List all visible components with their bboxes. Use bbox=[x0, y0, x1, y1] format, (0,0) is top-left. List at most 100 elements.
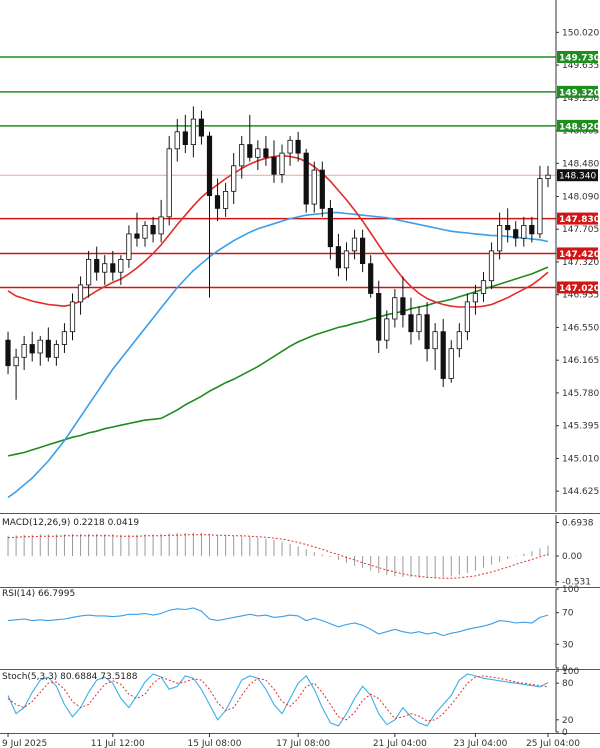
x-tick-label: 23 Jul 04:00 bbox=[453, 739, 507, 748]
rsi-panel bbox=[7, 607, 549, 637]
candle-bull bbox=[37, 339, 43, 354]
candle-bear bbox=[5, 339, 11, 367]
level-badge-label: 149.730 bbox=[559, 53, 600, 63]
x-tick-label: 9 Jul 2025 bbox=[2, 739, 47, 748]
x-axis: 9 Jul 2025 11 Jul 12:00 15 Jul 08:00 17 Jul… bbox=[2, 733, 580, 748]
candle-bull bbox=[545, 174, 551, 179]
stoch-tick-label: 100 bbox=[562, 667, 579, 677]
candle-bear bbox=[295, 139, 301, 154]
candle-bear bbox=[529, 224, 535, 235]
candle-bull bbox=[61, 331, 68, 345]
candle-bull bbox=[472, 292, 479, 303]
level-badge-label: 147.830 bbox=[559, 215, 600, 225]
x-tick-label: 25 Jul 04:00 bbox=[526, 739, 580, 748]
x-tick-label: 15 Jul 08:00 bbox=[188, 739, 242, 748]
x-tick-label: 11 Jul 12:00 bbox=[91, 739, 145, 748]
current-price-label: 148.340 bbox=[559, 172, 596, 182]
macd-panel bbox=[7, 532, 549, 579]
candle-bear bbox=[376, 292, 382, 341]
price-tick-label: 145.395 bbox=[562, 422, 599, 432]
candle-bull bbox=[392, 297, 398, 320]
stoch-tick-label: 20 bbox=[562, 716, 574, 726]
stoch-label: Stoch(5,3,3) 80.6884 73.5188 bbox=[2, 672, 138, 682]
candle-bull bbox=[255, 148, 261, 158]
macd-label: MACD(12,26,9) 0.2218 0.0419 bbox=[2, 518, 139, 528]
candle-bull bbox=[384, 318, 390, 341]
candle-bull bbox=[432, 331, 438, 350]
price-tick-label: 147.705 bbox=[562, 225, 599, 235]
candle-bear bbox=[263, 148, 269, 158]
candle-bull bbox=[102, 263, 108, 273]
candle-bear bbox=[110, 263, 116, 273]
candle-bear bbox=[247, 144, 253, 158]
price-tick-label: 145.010 bbox=[562, 454, 599, 464]
price-tick-label: 148.480 bbox=[562, 159, 599, 169]
candle-bull bbox=[86, 258, 92, 286]
stoch-tick-label: 0 bbox=[562, 728, 568, 738]
candle-bull bbox=[77, 284, 84, 303]
price-tick-label: 146.550 bbox=[562, 323, 599, 333]
candle-bull bbox=[416, 314, 422, 333]
candle-bear bbox=[440, 331, 446, 379]
price-tick-label: 144.625 bbox=[562, 487, 599, 497]
rsi-line bbox=[7, 607, 549, 637]
price-tick-label: 148.090 bbox=[562, 192, 599, 202]
macd-tick-label: 0.6938 bbox=[562, 519, 594, 529]
candle-bull bbox=[118, 258, 124, 273]
candle-bear bbox=[408, 314, 414, 333]
candle-bear bbox=[505, 224, 511, 231]
candle-bear bbox=[182, 131, 188, 146]
candle-bull bbox=[496, 224, 503, 252]
candle-bull bbox=[13, 356, 19, 367]
stoch-d-line bbox=[7, 675, 549, 722]
price-tick-label: 145.780 bbox=[562, 389, 599, 399]
candle-bear bbox=[271, 156, 277, 175]
candle-bull bbox=[448, 348, 454, 379]
candle-bear bbox=[214, 195, 221, 209]
price-panel bbox=[0, 56, 556, 499]
candle-bear bbox=[335, 246, 342, 269]
candle-bull bbox=[279, 152, 285, 175]
candle-bull bbox=[69, 301, 76, 333]
candle-bull bbox=[174, 131, 180, 150]
macd-tick-label: 0.00 bbox=[562, 552, 582, 562]
price-tick-label: 150.020 bbox=[562, 28, 599, 38]
rsi-tick-label: 100 bbox=[562, 585, 579, 595]
candle-bear bbox=[303, 152, 309, 205]
candle-bear bbox=[134, 233, 140, 239]
level-badge-label: 149.320 bbox=[559, 88, 600, 98]
candle-bull bbox=[190, 118, 196, 145]
trading-chart: 150.020149.635149.250148.865148.480148.0… bbox=[0, 0, 600, 748]
level-badge-label: 147.420 bbox=[559, 250, 600, 260]
candle-bear bbox=[319, 169, 325, 209]
candle-bull bbox=[521, 224, 527, 239]
candle-bull bbox=[537, 178, 543, 235]
candle-bull bbox=[53, 344, 60, 358]
rsi-tick-label: 30 bbox=[562, 640, 574, 650]
candle-bull bbox=[480, 280, 487, 294]
candle-bull bbox=[231, 165, 237, 192]
candle-bull bbox=[343, 250, 350, 269]
candle-bull bbox=[456, 331, 462, 350]
rsi-tick-label: 70 bbox=[562, 609, 574, 619]
candle-bull bbox=[351, 237, 358, 252]
price-tick-label: 146.165 bbox=[562, 356, 599, 366]
level-badge-label: 148.920 bbox=[559, 122, 600, 132]
candle-bull bbox=[287, 139, 293, 154]
candle-bear bbox=[327, 207, 334, 248]
candle-bear bbox=[368, 263, 374, 294]
x-tick-label: 17 Jul 08:00 bbox=[276, 739, 330, 748]
candle-bear bbox=[206, 135, 213, 197]
candle-bull bbox=[222, 190, 229, 209]
level-badge-label: 147.020 bbox=[559, 284, 600, 294]
candle-bear bbox=[359, 237, 366, 265]
rsi-label: RSI(14) 66.7995 bbox=[2, 589, 75, 599]
candle-bull bbox=[311, 169, 317, 205]
candle-bear bbox=[513, 229, 519, 239]
axis-layer: 150.020149.635149.250148.865148.480148.0… bbox=[0, 0, 600, 738]
candle-bear bbox=[94, 258, 100, 273]
candle-bear bbox=[45, 339, 51, 358]
stoch-tick-label: 80 bbox=[562, 679, 574, 689]
candle-bull bbox=[464, 301, 471, 333]
candle-bull bbox=[21, 344, 27, 358]
